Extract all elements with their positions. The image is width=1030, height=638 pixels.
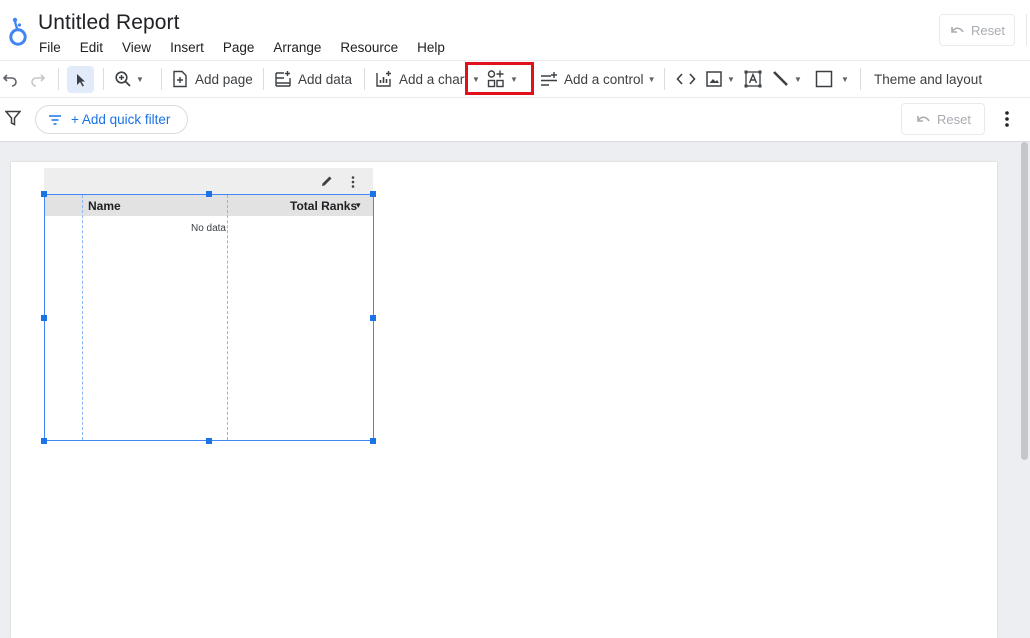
code-brackets-icon — [676, 73, 696, 85]
cursor-arrow-icon — [76, 73, 85, 86]
toolbar-divider — [364, 68, 365, 90]
resize-handle-bottom-right[interactable] — [370, 438, 376, 444]
resize-handle-top[interactable] — [206, 191, 212, 197]
no-data-text: No data — [190, 223, 226, 234]
resize-handle-right[interactable] — [370, 315, 376, 321]
add-control-button[interactable]: Add a control ▼ — [540, 64, 655, 94]
undo-arrow-icon — [917, 116, 930, 122]
column-divider — [82, 195, 83, 440]
resize-handle-left[interactable] — [41, 315, 47, 321]
looker-studio-logo-icon[interactable] — [6, 14, 30, 48]
text-box-icon — [744, 70, 762, 88]
reset-label: Reset — [971, 22, 1005, 38]
resize-handle-top-right[interactable] — [370, 191, 376, 197]
highlight-annotation — [465, 62, 534, 95]
undo-arrow-icon — [951, 27, 964, 33]
embed-url-button[interactable] — [676, 64, 696, 94]
menu-arrange[interactable]: Arrange — [273, 40, 321, 55]
chevron-down-icon: ▼ — [647, 74, 656, 84]
image-icon — [706, 71, 722, 87]
resize-handle-bottom[interactable] — [206, 438, 212, 444]
zoom-in-icon — [115, 71, 131, 87]
add-page-label: Add page — [195, 71, 253, 87]
edit-pencil-icon[interactable] — [320, 174, 334, 193]
column-divider — [227, 195, 228, 440]
redo-icon — [31, 74, 46, 87]
select-tool-button[interactable] — [67, 66, 94, 93]
menu-insert[interactable]: Insert — [170, 40, 204, 55]
undo-button[interactable] — [2, 64, 18, 94]
share-button-edge[interactable] — [1026, 14, 1030, 46]
shape-button[interactable]: ▼ — [815, 64, 849, 94]
filter-funnel-icon[interactable] — [4, 110, 22, 131]
add-control-icon — [541, 72, 557, 86]
report-title[interactable]: Untitled Report — [38, 11, 180, 35]
toolbar-divider — [263, 68, 264, 90]
redo-button[interactable] — [30, 64, 46, 94]
reset-filter-button[interactable]: Reset — [901, 103, 985, 135]
menu-resource[interactable]: Resource — [340, 40, 398, 55]
toolbar-divider — [161, 68, 162, 90]
chevron-down-icon: ▼ — [794, 74, 802, 84]
zoom-button[interactable]: ▼ — [114, 64, 144, 94]
sort-desc-icon[interactable]: ▾ — [356, 200, 361, 211]
line-button[interactable]: ▼ — [772, 64, 802, 94]
add-quick-filter-button[interactable]: + Add quick filter — [35, 105, 188, 134]
chevron-down-icon: ▼ — [136, 74, 144, 84]
theme-layout-button[interactable]: Theme and layout — [874, 64, 982, 94]
menu-bar: File Edit View Insert Page Arrange Resou… — [39, 40, 464, 55]
image-button[interactable]: ▼ — [705, 64, 735, 94]
reset-button[interactable]: Reset — [939, 14, 1015, 46]
reset-filter-label: Reset — [937, 111, 971, 127]
menu-file[interactable]: File — [39, 40, 61, 55]
add-chart-label: Add a chart — [399, 71, 469, 87]
add-data-icon — [275, 71, 291, 87]
theme-layout-label: Theme and layout — [874, 71, 983, 87]
menu-view[interactable]: View — [122, 40, 151, 55]
chevron-down-icon: ▼ — [727, 74, 735, 84]
menu-page[interactable]: Page — [223, 40, 255, 55]
more-vert-icon[interactable] — [998, 108, 1016, 130]
toolbar-divider — [103, 68, 104, 90]
column-header-total-ranks[interactable]: Total Ranks — [290, 199, 357, 213]
add-page-button[interactable]: Add page — [172, 64, 253, 94]
undo-icon — [2, 74, 17, 87]
menu-help[interactable]: Help — [417, 40, 445, 55]
add-chart-icon — [376, 71, 391, 87]
vertical-scrollbar[interactable] — [1021, 142, 1028, 460]
text-button[interactable] — [743, 64, 763, 94]
add-control-label: Add a control — [564, 71, 644, 87]
chart-more-vert-icon[interactable] — [351, 175, 355, 193]
toolbar-divider — [664, 68, 665, 90]
column-header-name[interactable]: Name — [88, 199, 121, 213]
add-data-label: Add data — [298, 71, 353, 87]
chevron-down-icon: ▼ — [841, 74, 849, 84]
toolbar-divider — [860, 68, 861, 90]
resize-handle-top-left[interactable] — [41, 191, 47, 197]
toolbar-divider — [58, 68, 59, 90]
menu-edit[interactable]: Edit — [80, 40, 103, 55]
filter-list-icon — [49, 114, 61, 125]
rectangle-icon — [815, 70, 833, 88]
add-quick-filter-label: + Add quick filter — [71, 112, 171, 127]
line-icon — [773, 71, 788, 86]
add-page-icon — [173, 70, 187, 88]
add-data-button[interactable]: Add data — [274, 64, 352, 94]
resize-handle-bottom-left[interactable] — [41, 438, 47, 444]
